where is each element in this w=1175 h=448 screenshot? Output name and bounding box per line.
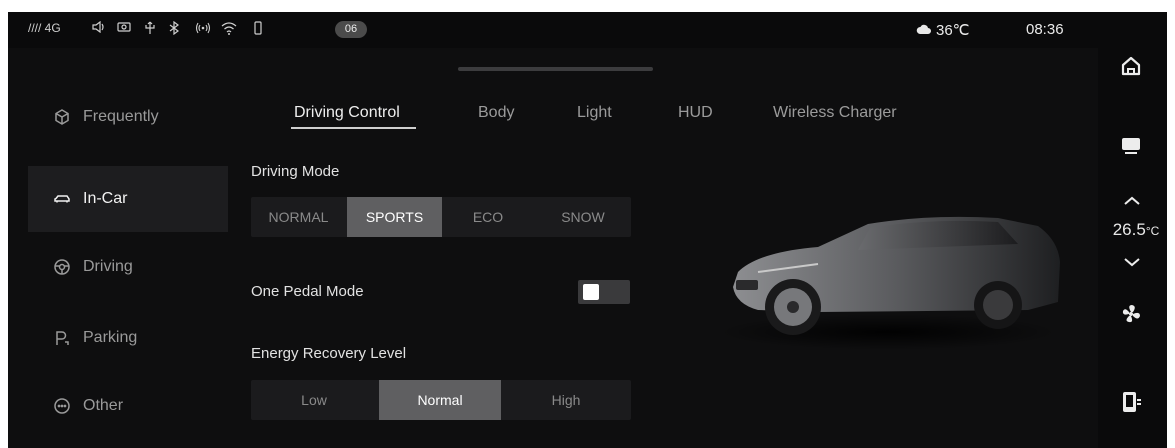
sidebar-item-label: Driving xyxy=(83,258,133,275)
usb-icon xyxy=(144,21,156,38)
hotspot-icon xyxy=(195,21,211,38)
battery-icon xyxy=(254,21,262,38)
one-pedal-toggle[interactable] xyxy=(578,280,630,304)
temp-up-icon[interactable] xyxy=(1123,196,1141,206)
parking-icon xyxy=(56,331,69,345)
cube-icon xyxy=(55,109,69,125)
clock: 08:36 xyxy=(1026,21,1064,38)
home-icon[interactable] xyxy=(1117,52,1145,80)
energy-recovery-normal[interactable]: Normal xyxy=(379,380,501,420)
tab-light[interactable]: Light xyxy=(577,104,612,122)
sidebar-item-driving[interactable]: Driving xyxy=(28,234,228,300)
sidebar-item-other[interactable]: Other xyxy=(28,373,228,439)
driving-mode-sports[interactable]: SPORTS xyxy=(347,197,442,237)
wifi-icon xyxy=(221,21,237,38)
tab-body[interactable]: Body xyxy=(478,104,514,122)
notification-badge: 06 xyxy=(335,21,367,38)
steering-icon xyxy=(54,259,70,275)
right-dock: 26.5°C xyxy=(1098,12,1167,448)
temp-down-icon[interactable] xyxy=(1123,257,1141,267)
vehicle-image xyxy=(718,216,1060,350)
drag-handle[interactable] xyxy=(458,67,653,71)
car-icon xyxy=(54,195,70,203)
sidebar-item-label: Frequently xyxy=(83,108,159,125)
tab-driving-control[interactable]: Driving Control xyxy=(294,104,400,122)
energy-recovery-high[interactable]: High xyxy=(501,380,631,420)
energy-recovery-label: Energy Recovery Level xyxy=(251,345,407,362)
screen: //// 4G 06 36℃ 08:36 Frequently In-Car D… xyxy=(0,0,1175,448)
cabin-temperature-unit: °C xyxy=(1145,224,1160,238)
camera-icon xyxy=(117,21,131,36)
more-icon xyxy=(54,398,70,414)
bluetooth-icon xyxy=(168,20,180,38)
tab-hud[interactable]: HUD xyxy=(678,104,713,122)
driving-mode-selector: NORMAL SPORTS ECO SNOW xyxy=(251,197,631,237)
sidebar-item-in-car[interactable]: In-Car xyxy=(28,166,228,232)
tab-active-indicator xyxy=(291,127,416,129)
energy-recovery-selector: Low Normal High xyxy=(251,380,631,420)
cabin-temperature-value: 26.5 xyxy=(1112,220,1146,239)
speaker-icon xyxy=(92,20,106,36)
weather-temperature: 36℃ xyxy=(936,22,970,39)
app-switch-icon[interactable] xyxy=(1117,388,1145,416)
energy-recovery-low[interactable]: Low xyxy=(251,380,377,420)
fan-icon[interactable] xyxy=(1117,300,1145,328)
sidebar-item-frequently[interactable]: Frequently xyxy=(28,84,228,150)
infotainment-panel: //// 4G 06 36℃ 08:36 Frequently In-Car D… xyxy=(8,12,1167,448)
status-bar: //// 4G 06 36℃ 08:36 xyxy=(8,12,1098,48)
one-pedal-label: One Pedal Mode xyxy=(251,283,364,300)
weather-cloud-icon xyxy=(916,24,931,34)
toggle-knob xyxy=(583,284,599,300)
driving-mode-snow[interactable]: SNOW xyxy=(535,197,631,237)
sidebar-item-label: Parking xyxy=(83,329,138,346)
sidebar: Frequently In-Car Driving Parking Other xyxy=(28,84,228,448)
driving-mode-normal[interactable]: NORMAL xyxy=(251,197,346,237)
tab-wireless-charger[interactable]: Wireless Charger xyxy=(773,104,897,122)
sidebar-item-parking[interactable]: Parking xyxy=(28,305,228,371)
driving-mode-label: Driving Mode xyxy=(251,163,340,180)
display-icon[interactable] xyxy=(1117,130,1145,158)
signal-text: //// 4G xyxy=(28,21,61,35)
sidebar-item-label: In-Car xyxy=(83,190,128,207)
driving-mode-eco[interactable]: ECO xyxy=(443,197,533,237)
cabin-temperature: 26.5°C xyxy=(1106,220,1166,240)
sidebar-item-label: Other xyxy=(83,397,124,414)
